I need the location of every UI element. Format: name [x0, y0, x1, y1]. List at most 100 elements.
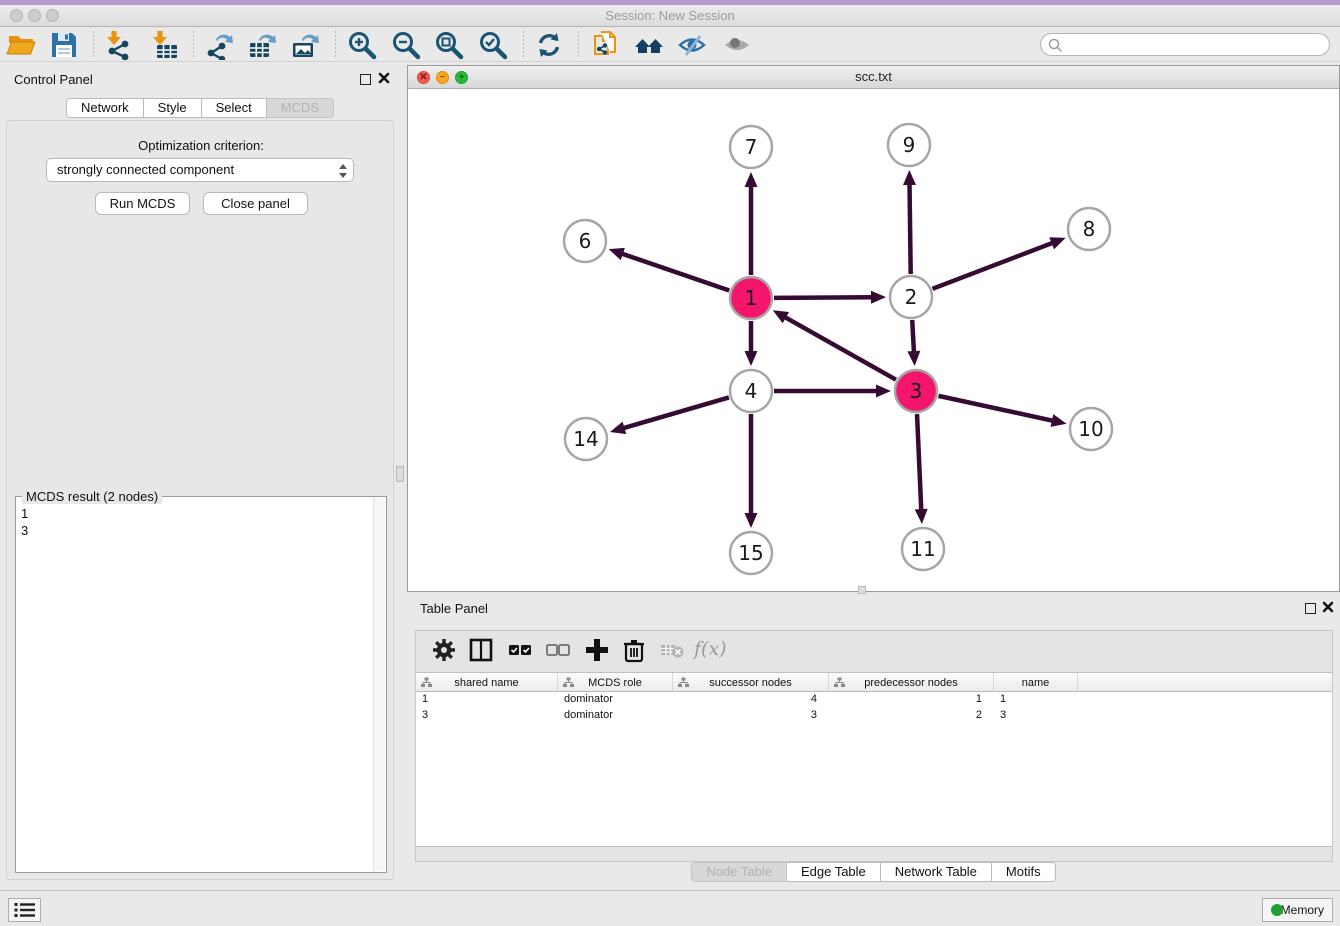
cell-MCDS-role[interactable]: dominator — [558, 708, 673, 724]
close-panel-button[interactable]: Close panel — [203, 192, 308, 215]
search-input[interactable] — [1065, 35, 1323, 54]
graph-node-label-9: 9 — [903, 133, 916, 157]
result-scrollbar[interactable] — [373, 498, 385, 871]
tab-network[interactable]: Network — [66, 98, 144, 118]
select-all-checkboxes-icon[interactable] — [506, 636, 534, 664]
splitpane-grip-horizontal[interactable] — [858, 586, 866, 594]
export-table-icon[interactable] — [247, 30, 277, 60]
edge-1-2[interactable] — [774, 297, 874, 298]
arrowhead-2-9 — [903, 170, 916, 185]
mcds-result-text[interactable]: 1 3 — [17, 503, 373, 871]
cell-MCDS-role[interactable]: dominator — [558, 692, 673, 708]
open-session-icon[interactable] — [6, 30, 36, 60]
window-zoom-icon[interactable] — [46, 9, 59, 22]
window-close-icon[interactable] — [10, 9, 23, 22]
save-session-icon[interactable] — [49, 30, 79, 60]
show-eye-icon[interactable] — [722, 30, 752, 60]
add-row-icon[interactable] — [583, 636, 611, 664]
cell-name[interactable]: 3 — [994, 708, 1078, 724]
tab-style[interactable]: Style — [144, 98, 202, 118]
graph-node-label-6: 6 — [579, 229, 592, 253]
home-icon[interactable] — [634, 30, 664, 60]
close-table-panel-icon[interactable] — [1322, 601, 1334, 613]
edge-4-14[interactable] — [622, 397, 729, 428]
close-panel-icon[interactable] — [378, 72, 390, 84]
table-tab-motifs[interactable]: Motifs — [992, 862, 1056, 882]
edge-3-11[interactable] — [917, 414, 921, 512]
network-window-titlebar: ✕ − + scc.txt — [408, 66, 1339, 89]
table-tab-network-table[interactable]: Network Table — [881, 862, 992, 882]
edge-2-3[interactable] — [912, 320, 914, 354]
node-table-rows: 1dominator4113dominator323 — [416, 692, 1332, 724]
toolbar-separator — [335, 31, 336, 57]
tab-mcds[interactable]: MCDS — [267, 98, 334, 118]
window-minimize-icon[interactable] — [28, 9, 41, 22]
arrowhead-1-6 — [609, 248, 625, 260]
show-columns-icon[interactable] — [467, 636, 495, 664]
column-header-shared-name[interactable]: shared name — [416, 673, 558, 692]
column-header-successor-nodes[interactable]: successor nodes — [673, 673, 829, 692]
cell-shared-name[interactable]: 3 — [416, 708, 558, 724]
function-builder-icon: f(x) — [694, 636, 736, 664]
zoom-out-icon[interactable] — [391, 30, 421, 60]
column-header-predecessor-nodes[interactable]: predecessor nodes — [829, 673, 994, 692]
graph-node-label-11: 11 — [910, 537, 935, 561]
run-mcds-button[interactable]: Run MCDS — [95, 192, 190, 215]
graph-node-label-7: 7 — [745, 135, 758, 159]
edge-2-8[interactable] — [932, 242, 1054, 289]
edge-2-9[interactable] — [909, 182, 910, 274]
network-zoom-icon[interactable]: + — [455, 71, 468, 84]
search-box[interactable] — [1040, 33, 1330, 56]
table-panel-title: Table Panel — [420, 601, 488, 616]
float-panel-icon[interactable] — [360, 72, 371, 90]
splitpane-grip-vertical[interactable] — [396, 466, 404, 482]
network-graph-canvas[interactable]: 7968124314101511 — [408, 89, 1339, 592]
edge-3-1[interactable] — [783, 316, 896, 380]
column-header-name[interactable]: name — [994, 673, 1078, 692]
cell-predecessor-nodes[interactable]: 2 — [829, 708, 994, 724]
settings-gear-icon[interactable] — [430, 636, 458, 664]
mcds-result-box: MCDS result (2 nodes) 1 3 — [15, 496, 387, 873]
export-image-icon[interactable] — [290, 30, 320, 60]
search-icon — [1048, 38, 1063, 53]
task-history-button[interactable] — [8, 898, 41, 922]
delete-table-icon — [658, 636, 686, 664]
table-tab-node-table[interactable]: Node Table — [691, 862, 787, 882]
control-panel-tabs: NetworkStyleSelectMCDS — [0, 98, 400, 118]
refresh-icon[interactable] — [534, 30, 564, 60]
cell-predecessor-nodes[interactable]: 1 — [829, 692, 994, 708]
column-header-MCDS-role[interactable]: MCDS role — [558, 673, 673, 692]
arrowhead-3-11 — [915, 509, 928, 524]
arrowhead-1-4 — [745, 351, 758, 366]
tab-select[interactable]: Select — [202, 98, 267, 118]
cell-successor-nodes[interactable]: 3 — [673, 708, 829, 724]
select-spinner-icon — [337, 162, 349, 180]
float-table-panel-icon[interactable] — [1305, 601, 1316, 619]
hide-eye-icon[interactable] — [677, 30, 707, 60]
table-tab-edge-table[interactable]: Edge Table — [787, 862, 881, 882]
deselect-all-checkboxes-icon[interactable] — [544, 636, 572, 664]
zoom-in-icon[interactable] — [347, 30, 377, 60]
export-network-icon[interactable] — [204, 30, 234, 60]
table-row[interactable]: 3dominator323 — [416, 708, 1332, 724]
network-file-icon[interactable] — [590, 30, 620, 60]
criterion-select[interactable]: strongly connected component — [46, 158, 354, 182]
cell-successor-nodes[interactable]: 4 — [673, 692, 829, 708]
import-table-icon[interactable] — [150, 30, 180, 60]
memory-button[interactable]: Memory — [1262, 898, 1333, 922]
toolbar-separator — [523, 31, 524, 57]
import-network-icon[interactable] — [104, 30, 134, 60]
delete-row-icon[interactable] — [620, 636, 648, 664]
node-table[interactable]: shared nameMCDS rolesuccessor nodesprede… — [416, 672, 1332, 847]
table-panel-tabs: Node TableEdge TableNetwork TableMotifs — [407, 862, 1340, 882]
zoom-fit-icon[interactable] — [434, 30, 464, 60]
zoom-selected-icon[interactable] — [478, 30, 508, 60]
network-close-icon[interactable]: ✕ — [417, 71, 430, 84]
cell-name[interactable]: 1 — [994, 692, 1078, 708]
cell-shared-name[interactable]: 1 — [416, 692, 558, 708]
graph-node-label-8: 8 — [1083, 217, 1096, 241]
edge-1-6[interactable] — [620, 253, 729, 291]
table-row[interactable]: 1dominator411 — [416, 692, 1332, 708]
network-minimize-icon[interactable]: − — [436, 71, 449, 84]
edge-3-10[interactable] — [938, 396, 1054, 421]
